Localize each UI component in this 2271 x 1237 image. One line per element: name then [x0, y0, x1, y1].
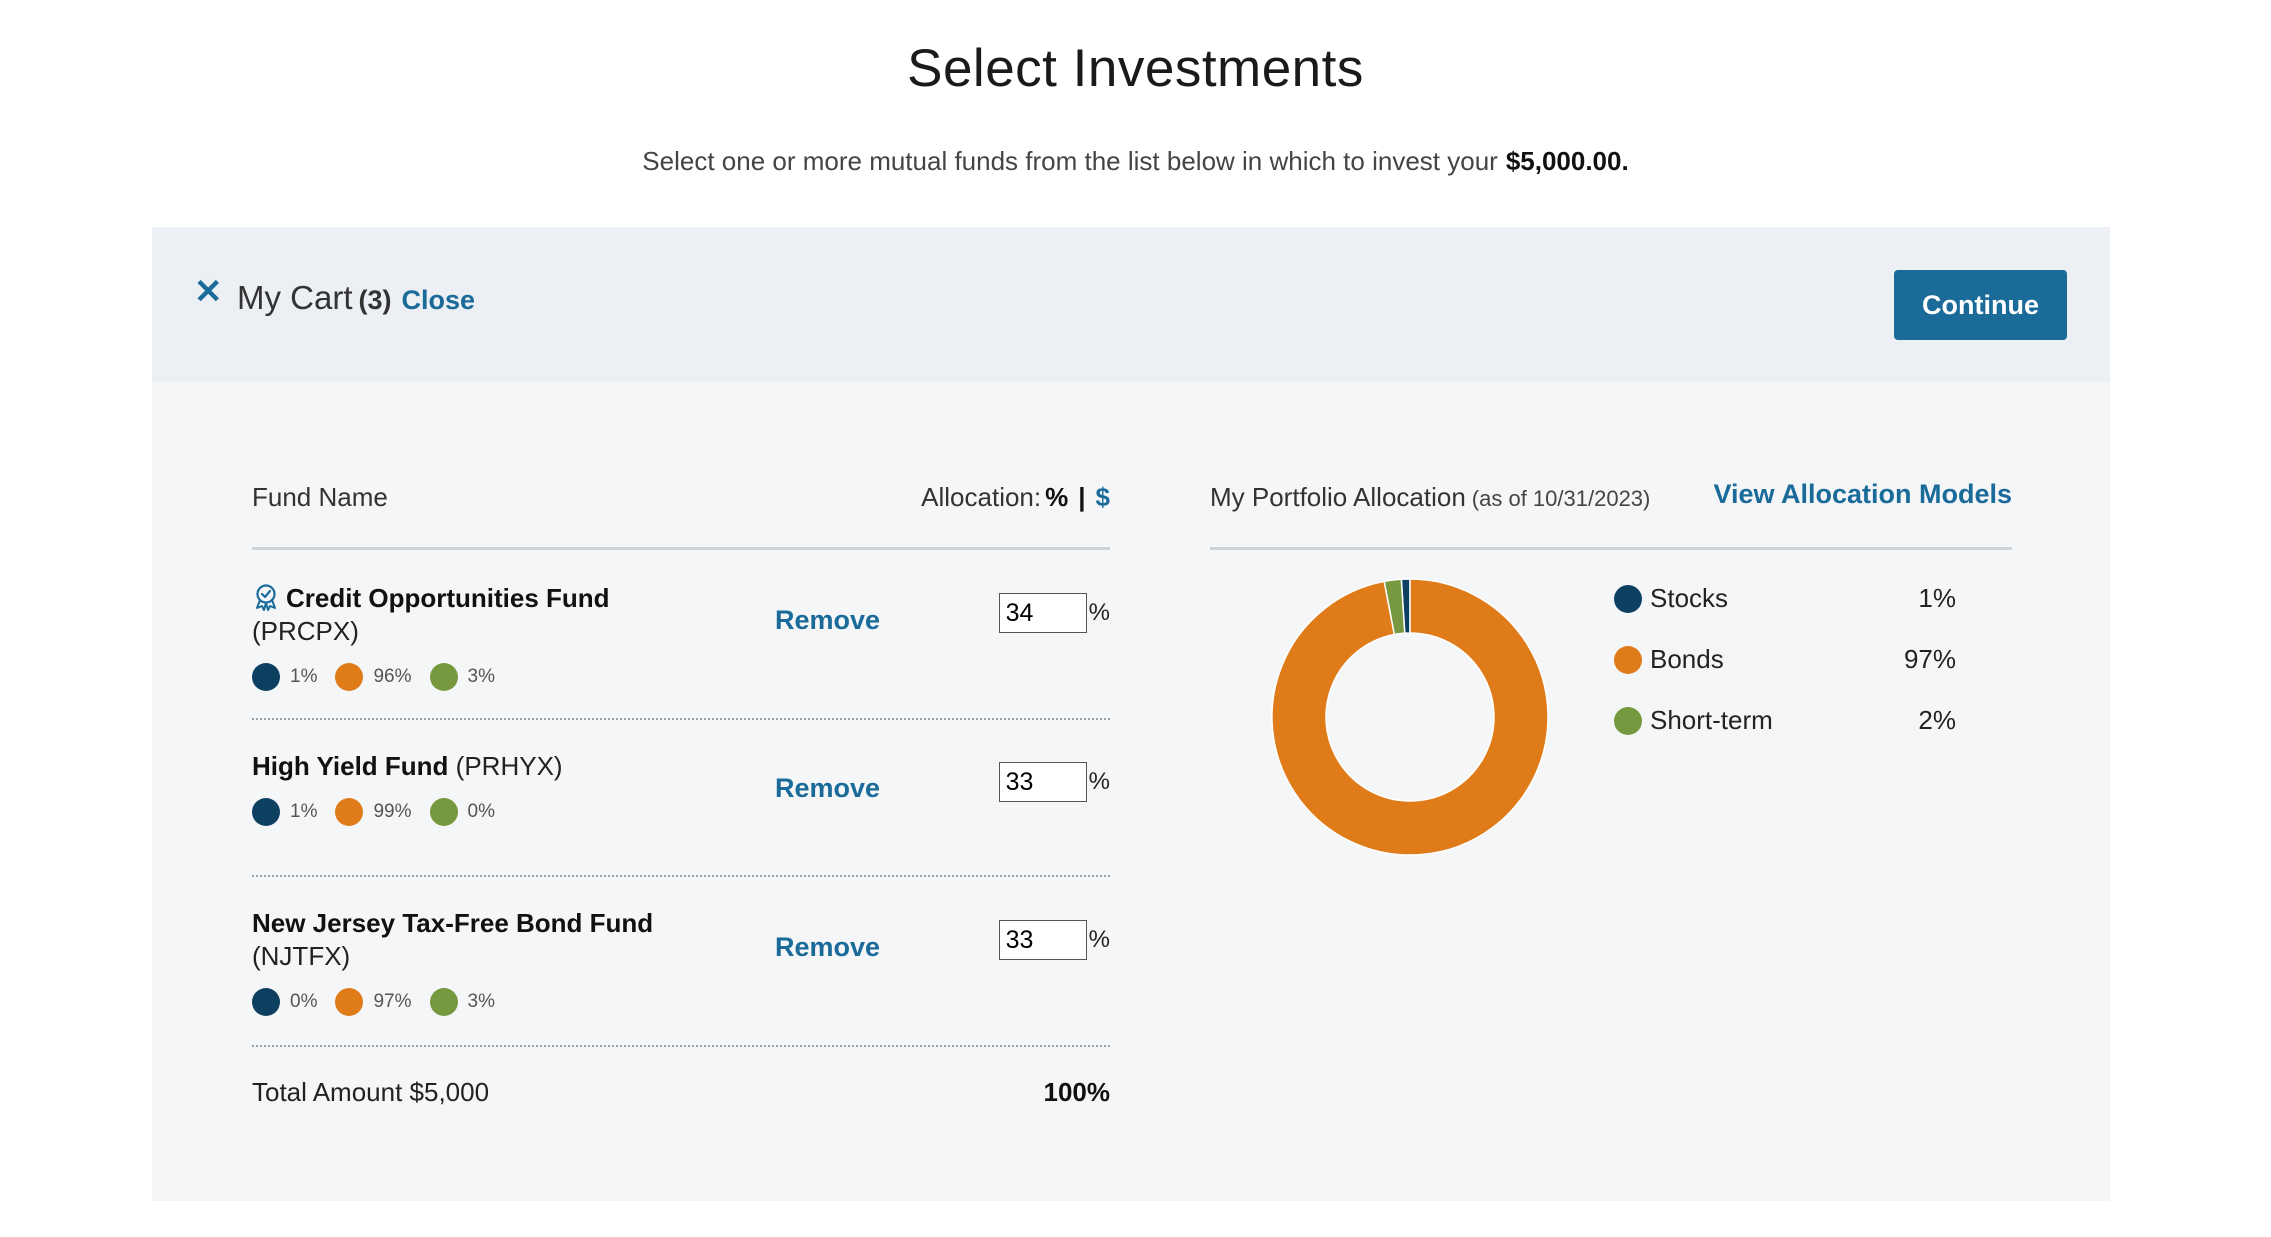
stocks-legend-dot: [1614, 585, 1642, 613]
fund-name: Credit Opportunities Fund: [286, 583, 610, 613]
fund-mini-allocation: 0% 97% 3%: [252, 985, 732, 1018]
stocks-dot: [252, 797, 280, 826]
legend-value: 97%: [1903, 644, 1956, 674]
short-term-dot: [429, 797, 458, 826]
fund-info: High Yield Fund (PRHYX) 1% 99% 0%: [252, 750, 732, 828]
short-term-dot: [429, 987, 458, 1016]
short-term-value: 3%: [467, 666, 495, 687]
fund-ticker: (PRCPX): [252, 616, 359, 646]
legend-value: 2%: [1918, 705, 1956, 735]
percent-sign: %: [1088, 768, 1110, 795]
percent-sign: %: [1088, 599, 1110, 626]
bonds-legend-dot: [1614, 646, 1642, 674]
donut-slice-bonds: [1271, 578, 1549, 856]
fund-name: High Yield Fund: [252, 751, 449, 781]
stocks-value: 1%: [290, 666, 318, 687]
stocks-dot: [252, 662, 280, 691]
fund-row: High Yield Fund (PRHYX) 1% 99% 0% Remove…: [252, 720, 1110, 877]
allocation-input[interactable]: [998, 762, 1087, 802]
cart-title-label: My Cart: [237, 279, 353, 316]
fund-ticker: (NJTFX): [252, 941, 351, 971]
legend-item-short-term: Short-term 2%: [1614, 699, 1994, 760]
stocks-value: 1%: [290, 801, 318, 822]
fund-info: Credit Opportunities Fund (PRCPX) 1% 96%…: [252, 582, 732, 693]
legend-item-stocks: Stocks 1%: [1614, 577, 1994, 638]
cart-close-link[interactable]: Close: [402, 285, 476, 315]
allocation-input[interactable]: [998, 593, 1087, 633]
legend-item-bonds: Bonds 97%: [1614, 638, 1994, 699]
allocation-header: Allocation:% | $: [921, 482, 1110, 513]
bonds-dot: [335, 987, 364, 1016]
allocation-header-label: Allocation:: [921, 482, 1042, 512]
award-ribbon-icon: [256, 584, 276, 611]
legend-label: Short-term: [1650, 705, 1773, 735]
close-icon[interactable]: ✕: [194, 275, 223, 309]
total-percent: 100%: [1043, 1077, 1111, 1107]
cart-count: (3): [358, 285, 392, 315]
bonds-value: 99%: [373, 801, 412, 822]
subtitle-text: Select one or more mutual funds from the…: [642, 146, 1498, 176]
legend-label: Stocks: [1650, 583, 1729, 613]
bonds-dot: [335, 662, 364, 691]
legend-value: 1%: [1918, 583, 1956, 613]
fund-info: New Jersey Tax-Free Bond Fund (NJTFX) 0%…: [252, 907, 732, 1018]
fund-name-header: Fund Name: [252, 482, 388, 512]
continue-button[interactable]: Continue: [1894, 270, 2067, 340]
portfolio-title: My Portfolio Allocation (as of 10/31/2023…: [1210, 482, 1650, 513]
short-term-dot: [429, 662, 458, 691]
fund-row: Credit Opportunities Fund (PRCPX) 1% 96%…: [252, 550, 1110, 720]
cart-title: My Cart (3) Close: [237, 279, 475, 317]
fund-list: Fund Name Allocation:% | $ Credit Opportun…: [252, 477, 1110, 1137]
short-term-value: 3%: [467, 991, 495, 1012]
short-term-legend-dot: [1614, 707, 1642, 735]
page-subtitle: Select one or more mutual funds from the…: [0, 146, 2271, 177]
total-amount: Total Amount $5,000: [252, 1077, 490, 1107]
fund-row: New Jersey Tax-Free Bond Fund (NJTFX) 0%…: [252, 877, 1110, 1047]
remove-button[interactable]: Remove: [775, 932, 880, 963]
invest-amount: $5,000.00.: [1505, 146, 1629, 176]
allocation-field: %: [998, 920, 1110, 960]
percent-sign: %: [1088, 926, 1110, 953]
fund-ticker: (PRHYX): [455, 751, 563, 781]
fund-mini-allocation: 1% 96% 3%: [252, 660, 732, 693]
page-title: Select Investments: [907, 39, 1364, 98]
fund-name: New Jersey Tax-Free Bond Fund: [252, 908, 654, 938]
cart-panel: ✕ My Cart (3) Close Continue Fund Name All…: [152, 227, 2110, 1201]
allocation-toggle-separator: |: [1078, 482, 1086, 512]
allocation-percent-toggle[interactable]: %: [1045, 482, 1068, 512]
fund-list-header: Fund Name Allocation:% | $: [252, 477, 1110, 550]
remove-button[interactable]: Remove: [775, 773, 880, 804]
view-allocation-models-link[interactable]: View Allocation Models: [1713, 479, 2012, 510]
bonds-value: 97%: [373, 991, 412, 1012]
total-row: Total Amount $5,000 100%: [252, 1047, 1110, 1137]
donut-chart: [1270, 577, 1550, 857]
chart-legend: Stocks 1% Bonds 97% Short-term 2%: [1614, 577, 1994, 760]
bonds-value: 96%: [373, 666, 412, 687]
allocation-dollar-toggle[interactable]: $: [1096, 482, 1110, 512]
portfolio-allocation: My Portfolio Allocation (as of 10/31/2023…: [1210, 477, 2012, 856]
allocation-input[interactable]: [998, 920, 1087, 960]
portfolio-header: My Portfolio Allocation (as of 10/31/2023…: [1210, 477, 2012, 550]
donut-chart-svg: [1271, 578, 1549, 856]
allocation-field: %: [998, 593, 1110, 633]
cart-header: ✕ My Cart (3) Close Continue: [152, 227, 2110, 382]
short-term-value: 0%: [467, 801, 495, 822]
stocks-dot: [252, 987, 280, 1016]
portfolio-title-label: My Portfolio Allocation: [1210, 482, 1466, 512]
allocation-field: %: [998, 762, 1110, 802]
fund-mini-allocation: 1% 99% 0%: [252, 795, 732, 828]
legend-label: Bonds: [1650, 644, 1724, 674]
bonds-dot: [335, 797, 364, 826]
stocks-value: 0%: [290, 991, 318, 1012]
remove-button[interactable]: Remove: [775, 605, 880, 636]
portfolio-as-of-date: (as of 10/31/2023): [1471, 486, 1651, 511]
